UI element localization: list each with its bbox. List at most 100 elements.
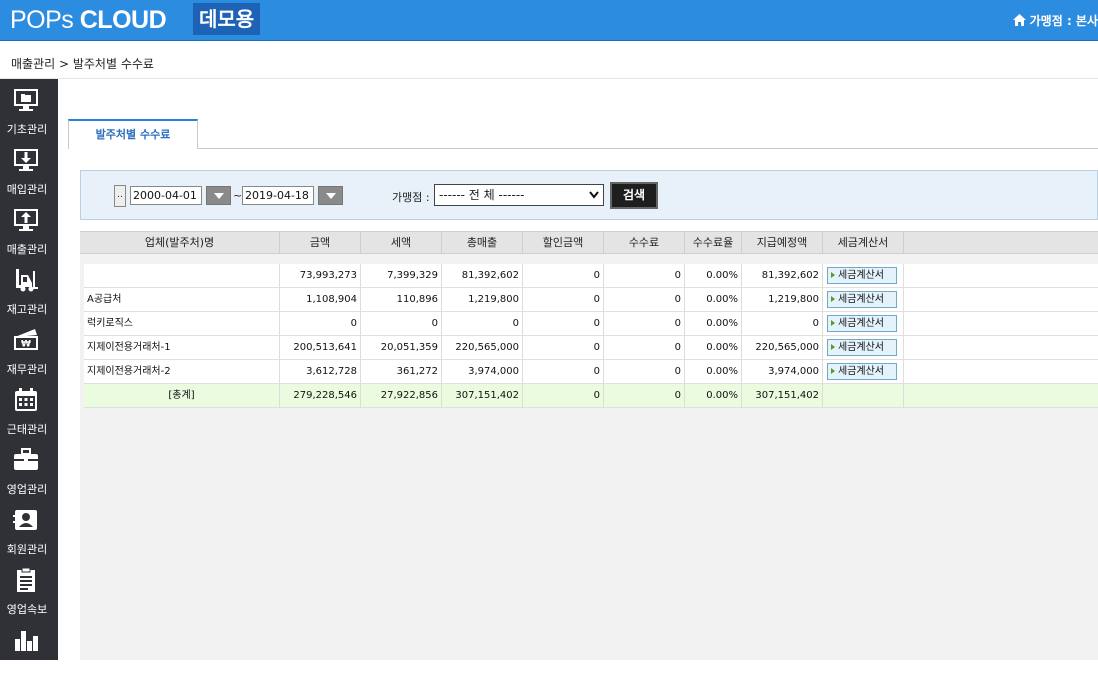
date-from-input[interactable]: 2000-04-01 xyxy=(130,186,202,205)
cell-discount: 0 xyxy=(523,360,604,384)
table-row[interactable]: 73,993,273 7,399,329 81,392,602 0 0 0.00… xyxy=(84,264,1098,288)
table-header: 업체(발주처)명 금액 세액 총매출 할인금액 수수료 수수료율 지급예정액 세… xyxy=(80,231,1098,254)
chevron-down-icon xyxy=(589,191,599,199)
date-to-dropdown[interactable] xyxy=(318,186,343,205)
cell-payout: 3,974,000 xyxy=(742,360,823,384)
sidebar-item-label: 영업속보 xyxy=(6,603,48,616)
forklift-icon xyxy=(16,269,38,292)
sidebar-item-finance[interactable]: ₩ 재무관리 xyxy=(0,319,58,379)
cell-amount: 0 xyxy=(280,312,361,336)
column-header[interactable]: 세금계산서 xyxy=(823,232,904,254)
table-total-row: [총계] 279,228,546 27,922,856 307,151,402 … xyxy=(84,384,1098,408)
monitor-upload-icon xyxy=(14,209,38,231)
cell-name: [총계] xyxy=(84,384,280,408)
top-bar: POPs CLOUD 데모용 가맹점 : 본사 xyxy=(0,0,1098,41)
cell-tax: 20,051,359 xyxy=(361,336,442,360)
sidebar-item-label: 근태관리 xyxy=(6,423,48,436)
cell-total: 307,151,402 xyxy=(442,384,523,408)
date-picker-button[interactable]: .. xyxy=(114,185,126,207)
sidebar-item-inventory[interactable]: 재고관리 xyxy=(0,259,58,319)
column-header[interactable]: 총매출 xyxy=(442,232,523,254)
column-header[interactable]: 세액 xyxy=(361,232,442,254)
cell-fee: 0 xyxy=(604,264,685,288)
sidebar: 기초관리 매입관리 매출관리 재고관리 ₩ 재무관리 근태관리 영업관리 회원관… xyxy=(0,79,58,676)
tax-invoice-button[interactable]: 세금계산서 xyxy=(827,291,897,308)
sidebar-item-basic[interactable]: 기초관리 xyxy=(0,79,58,139)
sidebar-item-label: 회원관리 xyxy=(6,543,48,556)
cell-tax-invoice: 세금계산서 xyxy=(823,360,904,384)
column-header[interactable]: 업체(발주처)명 xyxy=(80,232,280,254)
sidebar-item-attendance[interactable]: 근태관리 xyxy=(0,379,58,439)
cell-tax: 361,272 xyxy=(361,360,442,384)
sidebar-item-label: 영업관리 xyxy=(6,483,48,496)
tax-invoice-button[interactable]: 세금계산서 xyxy=(827,363,897,380)
date-from-dropdown[interactable] xyxy=(206,186,231,205)
cell-amount: 1,108,904 xyxy=(280,288,361,312)
store-select-value: ------ 전 체 ------ xyxy=(439,188,525,202)
tax-invoice-button[interactable]: 세금계산서 xyxy=(827,315,897,332)
cell-name xyxy=(84,264,280,288)
breadcrumb-divider xyxy=(0,78,1098,79)
cell-tax-invoice: 세금계산서 xyxy=(823,336,904,360)
sidebar-item-sales[interactable]: 매출관리 xyxy=(0,199,58,259)
table-row[interactable]: 지제이전용거래처-1 200,513,641 20,051,359 220,56… xyxy=(84,336,1098,360)
sidebar-item-business[interactable]: 영업관리 xyxy=(0,439,58,499)
home-icon xyxy=(1012,14,1026,26)
store-info[interactable]: 가맹점 : 본사 xyxy=(1012,12,1098,29)
cell-discount: 0 xyxy=(523,264,604,288)
cell-amount: 73,993,273 xyxy=(280,264,361,288)
sidebar-item-sales-report[interactable]: 영업속보 xyxy=(0,559,58,619)
cell-fee: 0 xyxy=(604,288,685,312)
app-logo[interactable]: POPs CLOUD xyxy=(10,6,167,35)
sidebar-item-purchase[interactable]: 매입관리 xyxy=(0,139,58,199)
cell-discount: 0 xyxy=(523,288,604,312)
cell-discount: 0 xyxy=(523,384,604,408)
cell-rate: 0.00% xyxy=(685,336,742,360)
cell-payout: 81,392,602 xyxy=(742,264,823,288)
tax-invoice-button[interactable]: 세금계산서 xyxy=(827,267,897,284)
column-header[interactable]: 지급예정액 xyxy=(742,232,823,254)
tax-invoice-button[interactable]: 세금계산서 xyxy=(827,339,897,356)
cell-total: 1,219,800 xyxy=(442,288,523,312)
sidebar-item-statistics[interactable]: 매장통계 xyxy=(0,619,58,679)
date-to-input[interactable]: 2019-04-18 xyxy=(242,186,314,205)
sidebar-item-label: 매입관리 xyxy=(6,183,48,196)
tab-fee-by-supplier[interactable]: 발주처별 수수료 xyxy=(68,119,198,149)
store-info-text: 가맹점 : 본사 xyxy=(1029,14,1098,28)
calendar-icon xyxy=(15,388,37,411)
cell-tax: 27,922,856 xyxy=(361,384,442,408)
cell-tax-invoice xyxy=(823,384,904,408)
column-header[interactable]: 할인금액 xyxy=(523,232,604,254)
cell-tax-invoice: 세금계산서 xyxy=(823,264,904,288)
sidebar-item-label: 매출관리 xyxy=(6,243,48,256)
cell-total: 220,565,000 xyxy=(442,336,523,360)
cell-total: 3,974,000 xyxy=(442,360,523,384)
column-header[interactable]: 수수료율 xyxy=(685,232,742,254)
table-row[interactable]: 지제이전용거래처-2 3,612,728 361,272 3,974,000 0… xyxy=(84,360,1098,384)
column-header[interactable]: 수수료 xyxy=(604,232,685,254)
cell-amount: 3,612,728 xyxy=(280,360,361,384)
cell-name: 지제이전용거래처-1 xyxy=(84,336,280,360)
sidebar-item-label: 재고관리 xyxy=(6,303,48,316)
search-button[interactable]: 검색 xyxy=(610,182,658,209)
cell-payout: 1,219,800 xyxy=(742,288,823,312)
svg-text:₩: ₩ xyxy=(21,340,31,350)
store-select[interactable]: ------ 전 체 ------ xyxy=(434,184,604,206)
cell-total: 0 xyxy=(442,312,523,336)
cell-amount: 200,513,641 xyxy=(280,336,361,360)
table-row[interactable]: A공급처 1,108,904 110,896 1,219,800 0 0 0.0… xyxy=(84,288,1098,312)
cell-payout: 307,151,402 xyxy=(742,384,823,408)
store-label: 가맹점 : xyxy=(392,191,430,204)
logo-pops: POPs xyxy=(10,6,74,34)
column-header[interactable]: 금액 xyxy=(280,232,361,254)
cell-payout: 220,565,000 xyxy=(742,336,823,360)
cell-tax: 0 xyxy=(361,312,442,336)
cell-fee: 0 xyxy=(604,312,685,336)
cell-fee: 0 xyxy=(604,360,685,384)
briefcase-icon xyxy=(14,448,38,470)
bar-chart-icon xyxy=(15,631,38,651)
sidebar-item-members[interactable]: 회원관리 xyxy=(0,499,58,559)
monitor-folder-icon xyxy=(14,89,38,111)
cell-tax-invoice: 세금계산서 xyxy=(823,312,904,336)
table-row[interactable]: 럭키로직스 0 0 0 0 0 0.00% 0 세금계산서 xyxy=(84,312,1098,336)
